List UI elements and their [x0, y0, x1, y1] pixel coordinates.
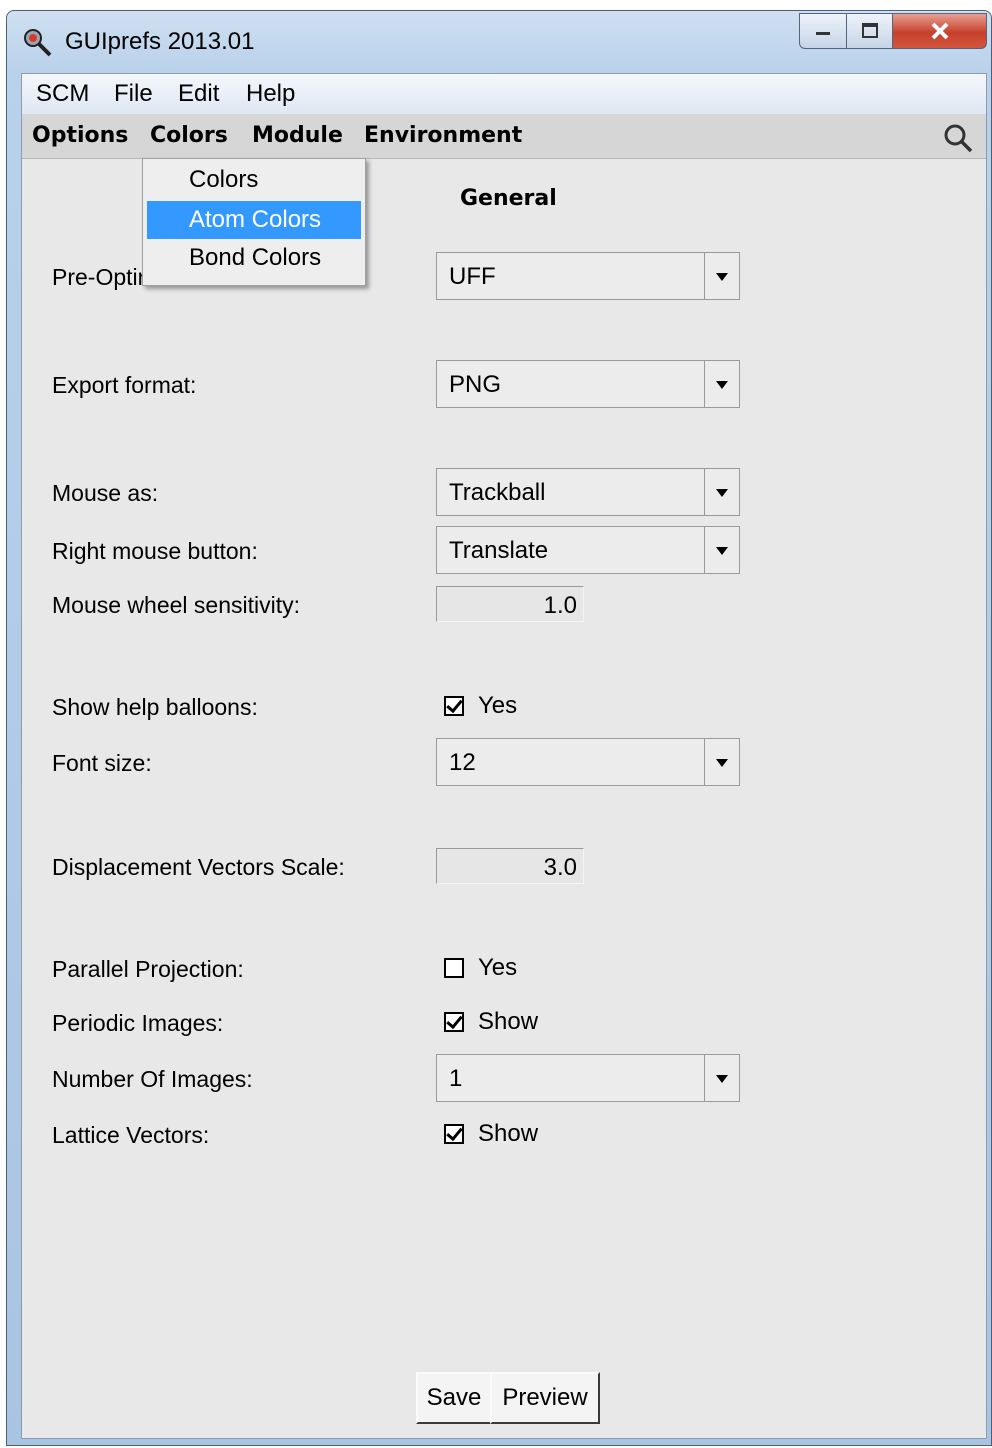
mouse-as-label: Mouse as: — [52, 480, 159, 506]
menu-scm[interactable]: SCM — [36, 80, 89, 108]
dropdown-item-atom-colors[interactable]: Atom Colors — [147, 201, 361, 239]
displacement-scale-value: 3.0 — [543, 854, 577, 881]
mouse-as-combo[interactable]: Trackball — [436, 468, 740, 516]
right-mouse-value: Translate — [449, 537, 549, 564]
window-controls — [799, 13, 987, 53]
close-icon — [931, 22, 948, 40]
export-format-value: PNG — [449, 371, 502, 398]
dropdown-item-colors[interactable]: Colors — [147, 161, 361, 199]
chevron-down-icon[interactable] — [704, 253, 739, 299]
title-bar[interactable]: GUIprefs 2013.01 — [7, 11, 991, 73]
maximize-button[interactable] — [847, 13, 893, 49]
wheel-sensitivity-input[interactable]: 1.0 — [436, 586, 584, 622]
right-mouse-label: Right mouse button: — [52, 538, 258, 564]
checkbox-checked-icon[interactable] — [444, 1124, 464, 1144]
pre-opt-label: Pre-Optir — [52, 264, 146, 290]
wheel-sensitivity-value: 1.0 — [543, 592, 577, 619]
section-title: General — [460, 186, 557, 211]
client-area: SCM File Edit Help Options Colors Module… — [21, 73, 987, 1439]
pre-opt-combo[interactable]: UFF — [436, 252, 740, 300]
chevron-down-icon[interactable] — [704, 739, 739, 785]
periodic-images-checkbox[interactable]: Show — [444, 1008, 538, 1036]
export-format-combo[interactable]: PNG — [436, 360, 740, 408]
parallel-projection-checkbox[interactable]: Yes — [444, 954, 517, 982]
lattice-vectors-text: Show — [478, 1120, 539, 1147]
minimize-button[interactable] — [799, 13, 847, 49]
menu-file[interactable]: File — [114, 80, 153, 108]
help-balloons-label: Show help balloons: — [52, 694, 258, 720]
font-size-combo[interactable]: 12 — [436, 738, 740, 786]
font-size-value: 12 — [449, 749, 476, 776]
lattice-vectors-label: Lattice Vectors: — [52, 1122, 210, 1148]
maximize-icon — [861, 23, 878, 38]
parallel-projection-label: Parallel Projection: — [52, 956, 244, 982]
checkbox-checked-icon[interactable] — [444, 1012, 464, 1032]
pre-opt-value: UFF — [449, 263, 496, 290]
font-size-label: Font size: — [52, 750, 152, 776]
save-button[interactable]: Save — [416, 1372, 492, 1424]
lattice-vectors-checkbox[interactable]: Show — [444, 1120, 538, 1148]
tab-environment[interactable]: Environment — [364, 123, 522, 148]
periodic-images-text: Show — [478, 1008, 539, 1035]
number-of-images-label: Number Of Images: — [52, 1066, 253, 1092]
search-icon[interactable] — [942, 122, 974, 154]
chevron-down-icon[interactable] — [704, 1055, 739, 1101]
help-balloons-text: Yes — [478, 692, 518, 719]
checkbox-unchecked-icon[interactable] — [444, 958, 464, 978]
number-of-images-combo[interactable]: 1 — [436, 1054, 740, 1102]
menu-bar: SCM File Edit Help — [22, 74, 986, 115]
chevron-down-icon[interactable] — [704, 361, 739, 407]
dropdown-item-bond-colors[interactable]: Bond Colors — [147, 239, 361, 277]
menu-edit[interactable]: Edit — [178, 80, 219, 108]
mouse-as-value: Trackball — [449, 479, 546, 506]
app-window: GUIprefs 2013.01 SCM File Edit Help Opti… — [6, 10, 992, 1446]
displacement-scale-input[interactable]: 3.0 — [436, 848, 584, 884]
magnifier-app-icon — [24, 29, 52, 57]
tab-module[interactable]: Module — [252, 123, 343, 148]
chevron-down-icon[interactable] — [704, 527, 739, 573]
tab-colors[interactable]: Colors — [150, 123, 228, 148]
tab-bar: Options Colors Module Environment — [22, 114, 986, 159]
displacement-scale-label: Displacement Vectors Scale: — [52, 854, 345, 880]
menu-help[interactable]: Help — [246, 80, 295, 108]
right-mouse-combo[interactable]: Translate — [436, 526, 740, 574]
close-button[interactable] — [893, 13, 987, 49]
parallel-projection-text: Yes — [478, 954, 518, 981]
colors-dropdown-menu: Colors Atom Colors Bond Colors — [142, 158, 366, 286]
chevron-down-icon[interactable] — [704, 469, 739, 515]
minimize-icon — [816, 32, 830, 35]
number-of-images-value: 1 — [449, 1065, 463, 1092]
checkbox-checked-icon[interactable] — [444, 696, 464, 716]
wheel-sensitivity-label: Mouse wheel sensitivity: — [52, 592, 300, 618]
window-title: GUIprefs 2013.01 — [65, 28, 255, 55]
periodic-images-label: Periodic Images: — [52, 1010, 224, 1036]
tab-options[interactable]: Options — [32, 123, 128, 148]
help-balloons-checkbox[interactable]: Yes — [444, 692, 517, 720]
preview-button[interactable]: Preview — [490, 1372, 600, 1424]
export-format-label: Export format: — [52, 372, 197, 398]
